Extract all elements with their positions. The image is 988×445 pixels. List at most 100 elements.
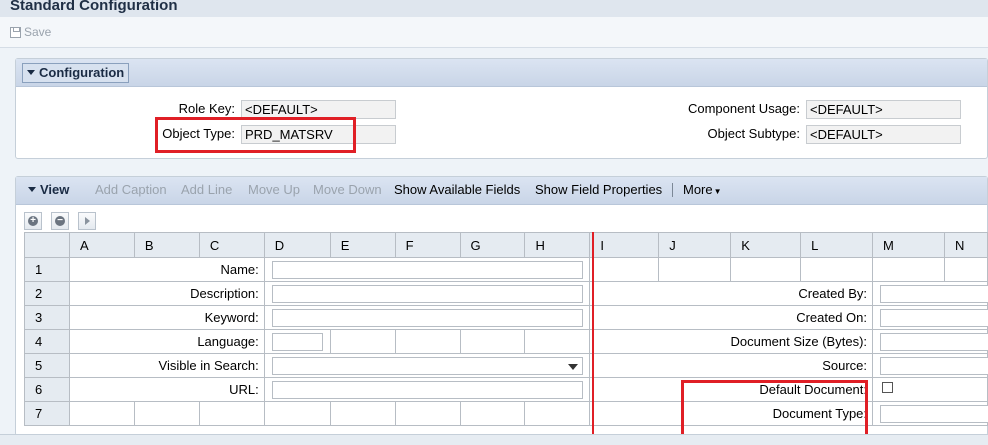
minus-icon: − [55, 216, 65, 226]
visible-in-search-dropdown[interactable] [271, 357, 583, 375]
title-bar: Standard Configuration [0, 0, 988, 17]
column-header[interactable]: D [263, 232, 331, 258]
row-number[interactable]: 3 [24, 305, 70, 330]
source-cell [872, 353, 988, 378]
column-header[interactable]: A [68, 232, 135, 258]
role-key-label: Role Key: [178, 101, 235, 116]
keyword-label: Keyword: [68, 305, 265, 330]
name-label: Name: [68, 257, 265, 282]
column-header[interactable]: B [133, 232, 200, 258]
toolbar-separator [672, 183, 673, 197]
configuration-header: Configuration [16, 59, 987, 87]
default-document-checkbox[interactable] [882, 382, 894, 393]
table-row: 5 Visible in Search: Source: [24, 353, 988, 378]
grid-cell [459, 401, 526, 426]
grid-cell [133, 401, 200, 426]
keyword-cell [263, 305, 591, 330]
document-type-cell [872, 401, 988, 426]
visible-in-search-label: Visible in Search: [68, 353, 265, 378]
created-on-input[interactable] [880, 309, 988, 327]
grid-cell [394, 329, 461, 354]
row-number[interactable]: 6 [24, 377, 70, 402]
grid-cell [459, 329, 526, 354]
source-input[interactable] [880, 357, 988, 375]
row-number[interactable]: 5 [24, 353, 70, 378]
column-header-row: A B C D E F G H I J K L M N [24, 232, 988, 258]
grid-cell [329, 329, 396, 354]
url-input[interactable] [271, 381, 583, 399]
document-size-input[interactable] [880, 333, 988, 351]
bottom-bar [0, 434, 988, 445]
highlight-object-type [155, 117, 356, 153]
row-number[interactable]: 2 [24, 281, 70, 306]
description-input[interactable] [271, 285, 583, 303]
add-caption-button[interactable]: Add Caption [95, 182, 167, 197]
show-available-fields-button[interactable]: Show Available Fields [394, 182, 520, 197]
component-usage-field[interactable]: <DEFAULT> [806, 100, 961, 119]
toolbar: Save [0, 17, 988, 48]
configuration-toggle[interactable]: Configuration [22, 63, 130, 83]
save-button[interactable]: Save [10, 25, 51, 39]
created-on-cell [872, 305, 988, 330]
column-header[interactable]: K [730, 232, 802, 258]
name-cell [263, 257, 591, 282]
component-usage-label: Component Usage: [687, 101, 800, 116]
grid-cell [198, 401, 265, 426]
dropdown-arrow-icon [567, 364, 578, 370]
corner-cell [24, 232, 70, 258]
grid-cell [394, 401, 461, 426]
table-row: 4 Language: Document Size (Bytes): [24, 329, 988, 354]
created-by-label: Created By: [589, 281, 874, 306]
view-toggle[interactable]: View [28, 182, 69, 197]
language-cell [263, 329, 331, 354]
column-header[interactable]: J [658, 232, 732, 258]
row-number[interactable]: 1 [24, 257, 70, 282]
row-number[interactable]: 4 [24, 329, 70, 354]
page-break-line [592, 232, 594, 434]
url-cell [263, 377, 591, 402]
url-label: URL: [68, 377, 265, 402]
column-header[interactable]: G [459, 232, 526, 258]
collapse-icon [28, 187, 36, 193]
name-input[interactable] [271, 261, 583, 279]
description-label: Description: [68, 281, 265, 306]
add-line-button[interactable]: Add Line [181, 182, 232, 197]
column-header[interactable]: L [800, 232, 874, 258]
table-row: 3 Keyword: Created On: [24, 305, 988, 330]
configuration-title: Configuration [39, 65, 125, 80]
table-row: 1 Name: [24, 257, 988, 282]
next-button[interactable] [78, 212, 96, 230]
keyword-input[interactable] [271, 309, 583, 327]
created-by-input[interactable] [880, 285, 988, 303]
save-icon [10, 26, 21, 38]
column-header[interactable]: I [589, 232, 660, 258]
expand-button[interactable]: + [24, 212, 42, 230]
grid-cell [524, 401, 591, 426]
language-input[interactable] [271, 333, 323, 351]
move-down-button[interactable]: Move Down [313, 182, 382, 197]
more-label: More [683, 182, 713, 197]
column-header[interactable]: H [524, 232, 591, 258]
grid-cell [872, 257, 945, 282]
object-subtype-field[interactable]: <DEFAULT> [806, 125, 961, 144]
more-chevron-icon: ▼ [713, 187, 722, 196]
created-by-cell [872, 281, 988, 306]
column-header[interactable]: F [394, 232, 461, 258]
column-header[interactable]: M [872, 232, 945, 258]
grid-cell [524, 329, 591, 354]
document-type-input[interactable] [880, 405, 988, 423]
grid-cell [800, 257, 874, 282]
show-field-properties-button[interactable]: Show Field Properties [535, 182, 662, 197]
grid-cell [68, 401, 135, 426]
collapse-icon [27, 70, 35, 76]
column-header[interactable]: E [329, 232, 396, 258]
move-up-button[interactable]: Move Up [248, 182, 300, 197]
more-menu-button[interactable]: More▼ [683, 182, 722, 197]
column-header[interactable]: N [943, 232, 988, 258]
visible-in-search-cell [263, 353, 591, 378]
collapse-button[interactable]: − [51, 212, 69, 230]
grid-cell [589, 257, 660, 282]
column-header[interactable]: C [198, 232, 265, 258]
row-number[interactable]: 7 [24, 401, 70, 426]
grid-cell [943, 257, 988, 282]
